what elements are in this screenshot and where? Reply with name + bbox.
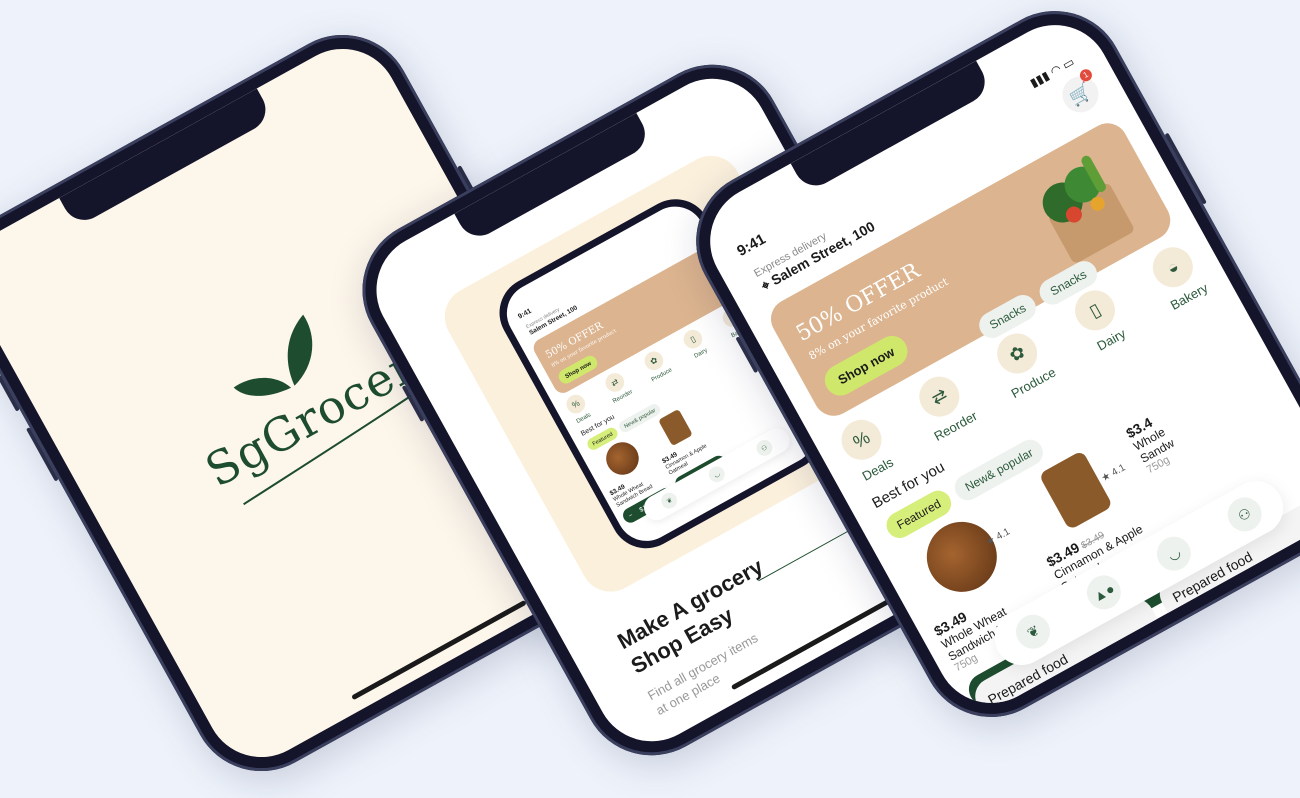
notch (58, 88, 274, 228)
status-time: 9:41 (516, 306, 533, 321)
cart-icon: 🛒 (1065, 79, 1095, 109)
basket-icon: ◡ (706, 463, 728, 486)
home-leaf-icon[interactable]: ❦ (1010, 608, 1057, 655)
category-reorder: ⇄ Reorder (599, 368, 636, 406)
category-bakery[interactable]: ◒ Bakery (1138, 236, 1218, 317)
vegetable-bag-icon (1042, 155, 1134, 263)
home-indicator (351, 599, 527, 701)
profile-icon: ⚇ (753, 437, 775, 459)
profile-icon[interactable]: ⚇ (1221, 491, 1268, 538)
home-leaf-icon: ❦ (658, 489, 681, 512)
oatmeal-image (658, 408, 693, 447)
rating-badge: ★ 4.1 (1099, 462, 1128, 485)
category-deals: % Deals (560, 389, 597, 427)
category-deals[interactable]: % Deals (826, 408, 906, 489)
category-reorder[interactable]: ⇄ Reorder (904, 365, 984, 446)
oatmeal-image (1038, 450, 1114, 531)
rating-badge: ★ 4.1 (984, 526, 1012, 549)
basket-icon[interactable]: ◡ (1150, 530, 1198, 577)
cart-button[interactable]: 🛒 1 (1055, 67, 1105, 119)
categories-icon[interactable]: ▲● (1080, 569, 1127, 616)
category-produce: ✿ Produce (638, 346, 675, 384)
category-dairy: ▯ Dairy (677, 324, 714, 362)
status-time: 9:41 (734, 230, 769, 260)
